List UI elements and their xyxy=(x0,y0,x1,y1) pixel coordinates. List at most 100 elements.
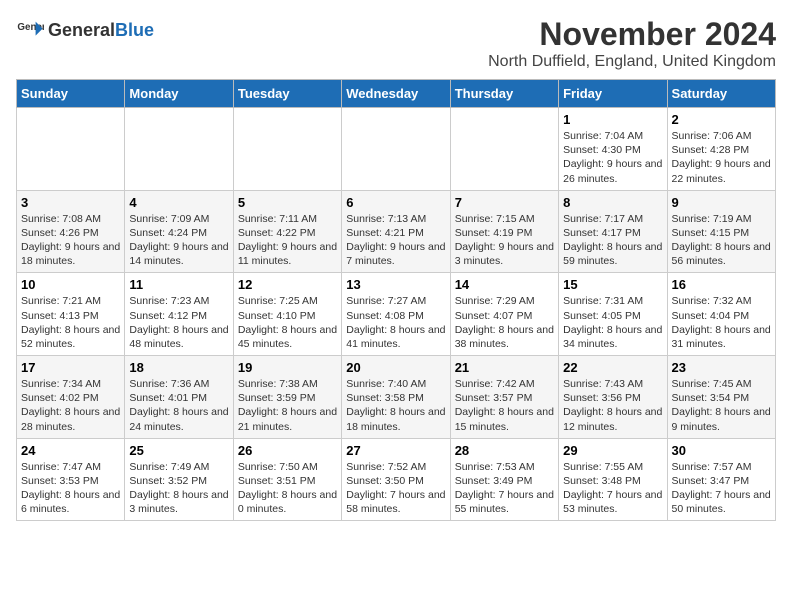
day-info: Sunrise: 7:34 AMSunset: 4:02 PMDaylight:… xyxy=(21,377,120,434)
calendar-cell xyxy=(17,108,125,191)
main-title: November 2024 xyxy=(488,16,776,53)
calendar-cell: 21 Sunrise: 7:42 AMSunset: 3:57 PMDayligh… xyxy=(450,356,558,439)
day-info: Sunrise: 7:36 AMSunset: 4:01 PMDaylight:… xyxy=(129,377,228,434)
calendar-cell: 22Sunrise: 7:43 AMSunset: 3:56 PMDayligh… xyxy=(559,356,667,439)
day-info: Sunrise: 7:49 AMSunset: 3:52 PMDaylight:… xyxy=(129,460,228,517)
day-number: 19 xyxy=(238,360,337,375)
day-number: 2 xyxy=(672,112,771,127)
calendar-cell: 30 Sunrise: 7:57 AMSunset: 3:47 PMDayligh… xyxy=(667,438,775,521)
calendar-cell: 1 Sunrise: 7:04 AMSunset: 4:30 PMDaylight… xyxy=(559,108,667,191)
day-info: Sunrise: 7:57 AMSunset: 3:47 PMDaylight:… xyxy=(672,460,771,517)
calendar-cell: 26 Sunrise: 7:50 AMSunset: 3:51 PMDayligh… xyxy=(233,438,341,521)
calendar-cell: 16Sunrise: 7:32 AMSunset: 4:04 PMDayligh… xyxy=(667,273,775,356)
day-info: Sunrise: 7:13 AMSunset: 4:21 PMDaylight:… xyxy=(346,212,445,269)
calendar-cell: 19Sunrise: 7:38 AMSunset: 3:59 PMDayligh… xyxy=(233,356,341,439)
day-of-week-header: Monday xyxy=(125,80,233,108)
calendar-cell: 8 Sunrise: 7:17 AMSunset: 4:17 PMDaylight… xyxy=(559,190,667,273)
day-info: Sunrise: 7:40 AMSunset: 3:58 PMDaylight:… xyxy=(346,377,445,434)
day-info: Sunrise: 7:42 AMSunset: 3:57 PMDaylight:… xyxy=(455,377,554,434)
day-number: 15 xyxy=(563,277,662,292)
calendar-cell: 20 Sunrise: 7:40 AMSunset: 3:58 PMDayligh… xyxy=(342,356,450,439)
day-number: 26 xyxy=(238,443,337,458)
day-of-week-header: Tuesday xyxy=(233,80,341,108)
logo-general: General xyxy=(48,20,115,40)
calendar-cell: 10 Sunrise: 7:21 AMSunset: 4:13 PMDayligh… xyxy=(17,273,125,356)
day-number: 9 xyxy=(672,195,771,210)
day-number: 5 xyxy=(238,195,337,210)
calendar-cell: 17Sunrise: 7:34 AMSunset: 4:02 PMDayligh… xyxy=(17,356,125,439)
day-info: Sunrise: 7:31 AMSunset: 4:05 PMDaylight:… xyxy=(563,294,662,351)
day-info: Sunrise: 7:45 AMSunset: 3:54 PMDaylight:… xyxy=(672,377,771,434)
calendar-cell: 24 Sunrise: 7:47 AMSunset: 3:53 PMDayligh… xyxy=(17,438,125,521)
calendar-cell: 23 Sunrise: 7:45 AMSunset: 3:54 PMDayligh… xyxy=(667,356,775,439)
day-number: 28 xyxy=(455,443,554,458)
calendar-week-row: 3Sunrise: 7:08 AMSunset: 4:26 PMDaylight… xyxy=(17,190,776,273)
calendar-cell: 27 Sunrise: 7:52 AMSunset: 3:50 PMDayligh… xyxy=(342,438,450,521)
day-number: 27 xyxy=(346,443,445,458)
day-info: Sunrise: 7:23 AMSunset: 4:12 PMDaylight:… xyxy=(129,294,228,351)
calendar-week-row: 1 Sunrise: 7:04 AMSunset: 4:30 PMDaylight… xyxy=(17,108,776,191)
day-of-week-header: Friday xyxy=(559,80,667,108)
day-number: 30 xyxy=(672,443,771,458)
day-number: 22 xyxy=(563,360,662,375)
day-number: 18 xyxy=(129,360,228,375)
calendar-cell: 29 Sunrise: 7:55 AMSunset: 3:48 PMDayligh… xyxy=(559,438,667,521)
day-number: 8 xyxy=(563,195,662,210)
calendar: SundayMondayTuesdayWednesdayThursdayFrid… xyxy=(16,79,776,521)
calendar-header-row: SundayMondayTuesdayWednesdayThursdayFrid… xyxy=(17,80,776,108)
calendar-cell: 5 Sunrise: 7:11 AMSunset: 4:22 PMDaylight… xyxy=(233,190,341,273)
calendar-cell: 25 Sunrise: 7:49 AMSunset: 3:52 PMDayligh… xyxy=(125,438,233,521)
day-number: 25 xyxy=(129,443,228,458)
day-number: 11 xyxy=(129,277,228,292)
day-number: 6 xyxy=(346,195,445,210)
day-number: 10 xyxy=(21,277,120,292)
calendar-cell: 14Sunrise: 7:29 AMSunset: 4:07 PMDayligh… xyxy=(450,273,558,356)
day-info: Sunrise: 7:04 AMSunset: 4:30 PMDaylight:… xyxy=(563,129,662,186)
calendar-week-row: 17Sunrise: 7:34 AMSunset: 4:02 PMDayligh… xyxy=(17,356,776,439)
day-number: 14 xyxy=(455,277,554,292)
calendar-week-row: 10 Sunrise: 7:21 AMSunset: 4:13 PMDayligh… xyxy=(17,273,776,356)
day-number: 7 xyxy=(455,195,554,210)
day-number: 29 xyxy=(563,443,662,458)
day-number: 23 xyxy=(672,360,771,375)
day-of-week-header: Wednesday xyxy=(342,80,450,108)
calendar-cell xyxy=(233,108,341,191)
day-of-week-header: Sunday xyxy=(17,80,125,108)
day-number: 1 xyxy=(563,112,662,127)
day-of-week-header: Saturday xyxy=(667,80,775,108)
calendar-cell: 18 Sunrise: 7:36 AMSunset: 4:01 PMDayligh… xyxy=(125,356,233,439)
day-info: Sunrise: 7:47 AMSunset: 3:53 PMDaylight:… xyxy=(21,460,120,517)
day-info: Sunrise: 7:50 AMSunset: 3:51 PMDaylight:… xyxy=(238,460,337,517)
day-info: Sunrise: 7:52 AMSunset: 3:50 PMDaylight:… xyxy=(346,460,445,517)
calendar-cell xyxy=(450,108,558,191)
logo-blue: Blue xyxy=(115,20,154,40)
day-info: Sunrise: 7:09 AMSunset: 4:24 PMDaylight:… xyxy=(129,212,228,269)
day-info: Sunrise: 7:21 AMSunset: 4:13 PMDaylight:… xyxy=(21,294,120,351)
day-info: Sunrise: 7:27 AMSunset: 4:08 PMDaylight:… xyxy=(346,294,445,351)
calendar-cell: 12 Sunrise: 7:25 AMSunset: 4:10 PMDayligh… xyxy=(233,273,341,356)
calendar-cell: 7Sunrise: 7:15 AMSunset: 4:19 PMDaylight… xyxy=(450,190,558,273)
day-number: 24 xyxy=(21,443,120,458)
day-info: Sunrise: 7:53 AMSunset: 3:49 PMDaylight:… xyxy=(455,460,554,517)
day-number: 21 xyxy=(455,360,554,375)
calendar-cell: 3Sunrise: 7:08 AMSunset: 4:26 PMDaylight… xyxy=(17,190,125,273)
sub-title: North Duffield, England, United Kingdom xyxy=(488,53,776,71)
day-info: Sunrise: 7:17 AMSunset: 4:17 PMDaylight:… xyxy=(563,212,662,269)
logo: General GeneralBlue xyxy=(16,16,154,44)
day-number: 13 xyxy=(346,277,445,292)
day-of-week-header: Thursday xyxy=(450,80,558,108)
title-area: November 2024 North Duffield, England, U… xyxy=(488,16,776,71)
day-number: 3 xyxy=(21,195,120,210)
day-info: Sunrise: 7:55 AMSunset: 3:48 PMDaylight:… xyxy=(563,460,662,517)
day-info: Sunrise: 7:11 AMSunset: 4:22 PMDaylight:… xyxy=(238,212,337,269)
calendar-cell xyxy=(342,108,450,191)
day-info: Sunrise: 7:25 AMSunset: 4:10 PMDaylight:… xyxy=(238,294,337,351)
logo-icon: General xyxy=(16,16,44,44)
day-number: 20 xyxy=(346,360,445,375)
calendar-cell: 6 Sunrise: 7:13 AMSunset: 4:21 PMDaylight… xyxy=(342,190,450,273)
header: General GeneralBlue November 2024 North … xyxy=(16,16,776,71)
day-number: 12 xyxy=(238,277,337,292)
calendar-week-row: 24 Sunrise: 7:47 AMSunset: 3:53 PMDayligh… xyxy=(17,438,776,521)
calendar-cell xyxy=(125,108,233,191)
calendar-cell: 13 Sunrise: 7:27 AMSunset: 4:08 PMDayligh… xyxy=(342,273,450,356)
